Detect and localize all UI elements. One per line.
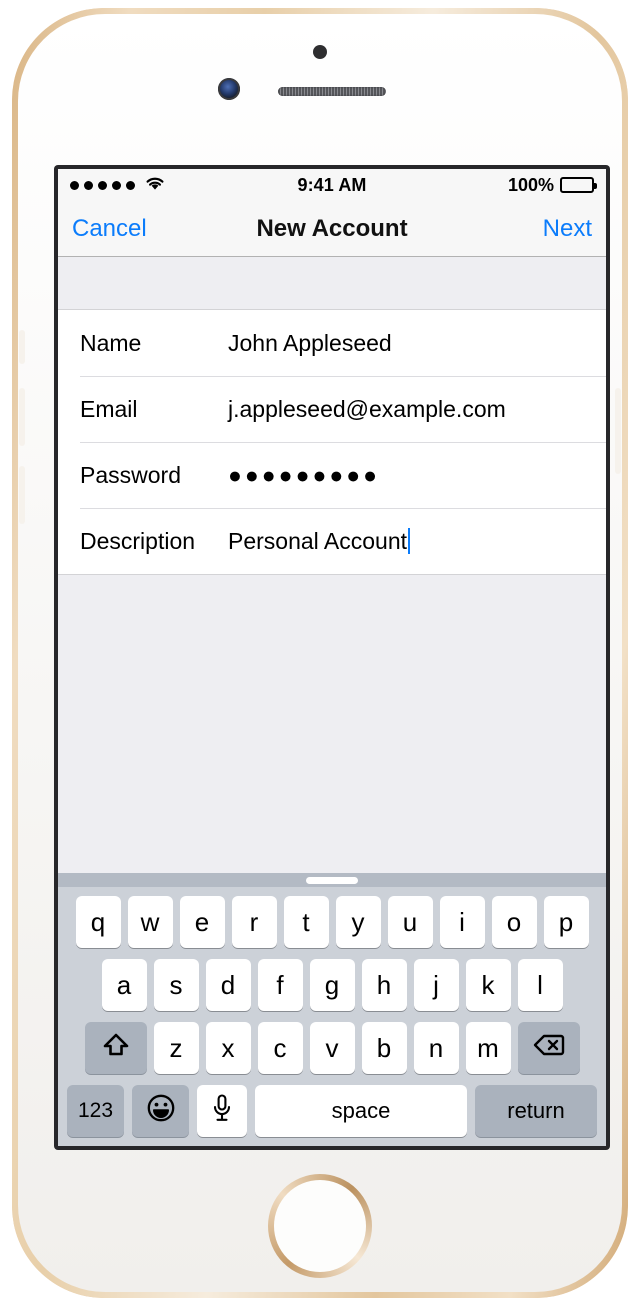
table-row-password[interactable]: Password ●●●●●●●●● [58, 442, 606, 508]
key-w[interactable]: w [127, 896, 173, 948]
keyboard-toolbar[interactable] [58, 873, 606, 887]
volume-down-button[interactable] [19, 466, 25, 524]
key-d[interactable]: d [205, 959, 251, 1011]
keyboard-row-1: q w e r t y u i o p [58, 896, 606, 948]
form-content: Name John Appleseed Email j.appleseed@ex… [58, 257, 606, 1146]
keyboard-row-2: a s d f g h j k l [58, 959, 606, 1011]
shift-key[interactable] [84, 1022, 147, 1074]
key-a[interactable]: a [101, 959, 147, 1011]
name-field[interactable]: John Appleseed [228, 330, 392, 357]
key-q[interactable]: q [75, 896, 121, 948]
next-button[interactable]: Next [543, 215, 592, 243]
key-n[interactable]: n [413, 1022, 459, 1074]
field-label-email: Email [80, 395, 138, 422]
software-keyboard: q w e r t y u i o p a s d f g h j k l z … [58, 873, 606, 1146]
screen-bezel: 9:41 AM 100% Cancel New Account Next Nam… [54, 165, 610, 1150]
key-t[interactable]: t [283, 896, 329, 948]
key-m[interactable]: m [465, 1022, 511, 1074]
drag-handle[interactable] [306, 876, 358, 884]
page-title: New Account [256, 214, 408, 242]
home-button[interactable] [268, 1174, 372, 1278]
key-v[interactable]: v [309, 1022, 355, 1074]
password-field[interactable]: ●●●●●●●●● [228, 462, 380, 489]
status-bar-right: 100% [507, 174, 597, 196]
status-bar: 9:41 AM 100% [58, 169, 606, 201]
field-label-name: Name [80, 329, 142, 356]
dictation-key[interactable] [197, 1085, 247, 1137]
space-key[interactable]: space [255, 1085, 467, 1137]
description-field[interactable]: Personal Account [228, 528, 407, 555]
delete-key[interactable] [517, 1022, 580, 1074]
iphone-device: 9:41 AM 100% Cancel New Account Next Nam… [12, 8, 628, 1298]
table-row-description[interactable]: Description Personal Account [58, 508, 606, 574]
microphone-icon [211, 1093, 233, 1130]
field-label-description: Description [80, 527, 196, 554]
return-key[interactable]: return [475, 1085, 597, 1137]
text-cursor [408, 528, 411, 554]
key-g[interactable]: g [309, 959, 355, 1011]
keyboard-rows: q w e r t y u i o p a s d f g h j k l z … [58, 887, 606, 1146]
key-k[interactable]: k [465, 959, 511, 1011]
key-y[interactable]: y [335, 896, 381, 948]
key-h[interactable]: h [361, 959, 407, 1011]
numbers-key[interactable]: 123 [67, 1085, 124, 1137]
key-c[interactable]: c [257, 1022, 303, 1074]
screen: 9:41 AM 100% Cancel New Account Next Nam… [58, 169, 606, 1146]
table-top-gap [58, 257, 606, 309]
key-z[interactable]: z [153, 1022, 199, 1074]
earpiece-speaker-icon [278, 87, 386, 96]
battery-percent-label: 100% [507, 174, 554, 195]
front-camera-icon [218, 78, 240, 100]
account-form-table: Name John Appleseed Email j.appleseed@ex… [58, 309, 606, 575]
volume-up-button[interactable] [19, 388, 25, 446]
key-e[interactable]: e [179, 896, 225, 948]
delete-icon [532, 1032, 566, 1065]
key-r[interactable]: r [231, 896, 277, 948]
key-f[interactable]: f [257, 959, 303, 1011]
key-i[interactable]: i [439, 896, 485, 948]
emoji-key[interactable] [132, 1085, 189, 1137]
navigation-bar-right: Next [543, 215, 592, 243]
keyboard-row-3: z x c v b n m [58, 1022, 606, 1074]
navigation-bar: Cancel New Account Next [58, 201, 606, 257]
power-button[interactable] [615, 388, 621, 474]
field-label-password: Password [80, 461, 181, 488]
email-field[interactable]: j.appleseed@example.com [228, 396, 506, 423]
keyboard-row-4: 123 space return [58, 1085, 606, 1137]
emoji-icon [146, 1093, 176, 1129]
battery-full-icon [560, 177, 597, 193]
key-l[interactable]: l [517, 959, 563, 1011]
shift-icon [101, 1031, 131, 1066]
key-x[interactable]: x [205, 1022, 251, 1074]
key-u[interactable]: u [387, 896, 433, 948]
key-o[interactable]: o [491, 896, 537, 948]
table-row-email[interactable]: Email j.appleseed@example.com [58, 376, 606, 442]
mute-switch[interactable] [19, 330, 25, 364]
table-row-name[interactable]: Name John Appleseed [58, 310, 606, 376]
key-b[interactable]: b [361, 1022, 407, 1074]
key-j[interactable]: j [413, 959, 459, 1011]
key-s[interactable]: s [153, 959, 199, 1011]
proximity-sensor-icon [313, 45, 327, 59]
home-button-inner [274, 1180, 366, 1272]
key-p[interactable]: p [543, 896, 589, 948]
